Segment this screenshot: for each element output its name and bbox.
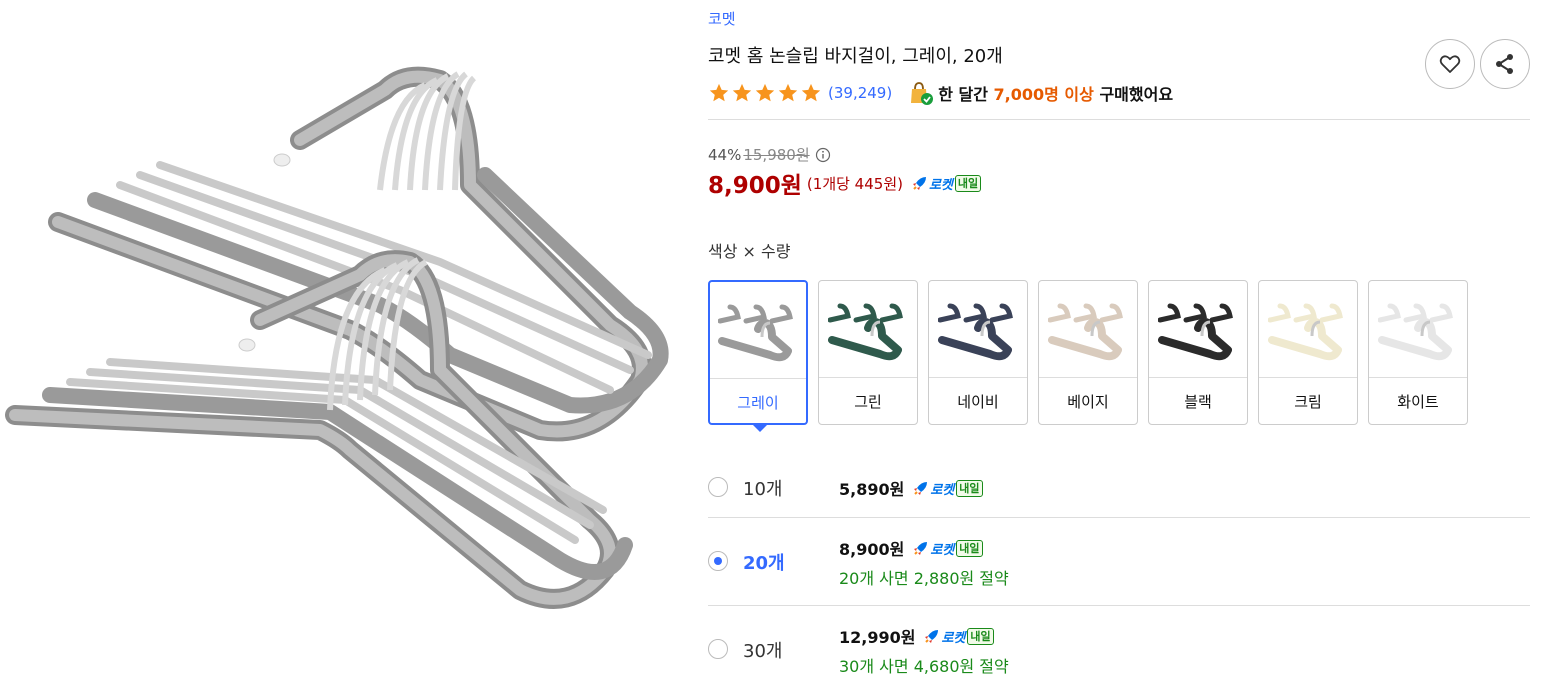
color-swatch[interactable]: 화이트 [1368, 280, 1468, 425]
swatch-label: 네이비 [957, 392, 999, 411]
quantity-price-row: 8,900원 로켓 내일 [839, 536, 983, 560]
selected-pointer [753, 425, 767, 432]
color-swatch[interactable]: 크림 [1258, 280, 1358, 425]
rating-stars[interactable] [708, 82, 822, 104]
rocket-icon [925, 629, 939, 643]
quantity-saving-text: 20개 사면 2,880원 절약 [839, 569, 1009, 588]
quantity-price: 12,990원 [839, 628, 916, 647]
rocket-text: 로켓 [928, 177, 953, 193]
color-swatch[interactable]: 베이지 [1038, 280, 1138, 425]
rocket-icon [914, 481, 928, 495]
discount-row: 44% 15,980원 [708, 144, 831, 165]
rocket-tomorrow-badge: 내일 [954, 174, 982, 192]
purchase-prefix: 한 달간 [938, 85, 988, 104]
purchase-highlight: 7,000명 이상 [993, 85, 1094, 104]
quantity-label: 10개 [743, 479, 783, 500]
share-button[interactable] [1480, 39, 1530, 89]
rocket-icon [914, 541, 928, 555]
brand-link[interactable]: 코멧 [708, 8, 736, 29]
share-icon [1496, 54, 1513, 74]
swatch-label: 그린 [854, 392, 882, 411]
star-icon [778, 83, 798, 102]
star-icon [732, 83, 752, 102]
swatch-thumbnail [819, 281, 917, 378]
swatch-label: 크림 [1294, 392, 1322, 411]
review-count-link[interactable]: (39,249) [828, 84, 892, 102]
rocket-tomorrow-badge: 내일 [967, 627, 994, 645]
swatch-thumbnail [1369, 281, 1467, 378]
rocket-icon [912, 176, 926, 190]
rocket-tomorrow-badge: 내일 [956, 539, 983, 557]
quantity-price-row: 12,990원 로켓 내일 [839, 624, 994, 648]
rocket-text: 로켓 [941, 630, 966, 646]
swatch-label: 블랙 [1184, 392, 1212, 411]
divider [708, 119, 1530, 120]
color-swatch[interactable]: 그레이 [708, 280, 808, 432]
heart-icon [1439, 55, 1461, 73]
quantity-saving-text: 30개 사면 4,680원 절약 [839, 657, 1009, 676]
quantity-radio[interactable] [708, 639, 728, 659]
swatch-thumbnail [929, 281, 1027, 378]
swatch-thumbnail [710, 282, 806, 379]
purchase-count-text: 한 달간 7,000명 이상 구매했어요 [938, 81, 1173, 105]
hanger-thumbnail-image [1268, 303, 1343, 360]
rocket-tomorrow-badge: 내일 [956, 479, 983, 497]
swatch-thumbnail [1259, 281, 1357, 378]
rocket-delivery-badge: 로켓 내일 [911, 174, 982, 193]
color-swatch[interactable]: 그린 [818, 280, 918, 425]
star-icon [801, 83, 821, 102]
purchase-suffix: 구매했어요 [1099, 85, 1174, 104]
quantity-price: 5,890원 [839, 480, 905, 499]
quantity-option[interactable]: 10개 5,890원 로켓 내일 [708, 458, 1530, 518]
swatch-label: 베이지 [1067, 392, 1109, 411]
hanger-thumbnail-image [1048, 303, 1123, 360]
star-icon [709, 83, 729, 102]
rocket-delivery-badge: 로켓 내일 [912, 539, 983, 558]
quantity-label: 30개 [743, 641, 783, 662]
product-info-panel: 코멧 코멧 홈 논슬립 바지걸이, 그레이, 20개 (39,249) 한 달간… [708, 0, 1530, 686]
color-swatch[interactable]: 블랙 [1148, 280, 1248, 425]
rocket-text: 로켓 [930, 542, 955, 558]
options-label: 색상 × 수량 [708, 242, 791, 261]
sale-price: 8,900원 [708, 173, 802, 199]
color-swatch[interactable]: 네이비 [928, 280, 1028, 425]
swatch-thumbnail [1039, 281, 1137, 378]
quantity-radio[interactable] [708, 477, 728, 497]
product-title: 코멧 홈 논슬립 바지걸이, 그레이, 20개 [708, 46, 1003, 67]
wishlist-button[interactable] [1425, 39, 1475, 89]
product-image[interactable] [0, 0, 690, 686]
rating-row: (39,249) 한 달간 7,000명 이상 구매했어요 [708, 80, 1173, 106]
rocket-delivery-badge: 로켓 내일 [912, 479, 983, 498]
hanger-thumbnail-image [828, 303, 903, 360]
hanger-thumbnail-image [718, 304, 793, 361]
quantity-radio[interactable] [708, 551, 728, 571]
hanger-thumbnail-image [938, 303, 1013, 360]
hanger-thumbnail-image [1158, 303, 1233, 360]
info-icon[interactable] [815, 147, 831, 163]
star-icon [755, 83, 775, 102]
swatch-label: 그레이 [737, 393, 779, 412]
swatch-label: 화이트 [1397, 392, 1439, 411]
rocket-delivery-badge: 로켓 내일 [923, 627, 994, 646]
original-price: 15,980원 [743, 146, 810, 164]
quantity-price-row: 5,890원 로켓 내일 [839, 476, 983, 500]
sale-price-row: 8,900원 (1개당 445원) 로켓 내일 [708, 166, 982, 200]
swatch-thumbnail [1149, 281, 1247, 378]
quantity-price: 8,900원 [839, 540, 905, 559]
quantity-option[interactable]: 30개 12,990원 로켓 내일 30개 사면 4,680원 절약 [708, 606, 1530, 686]
shopping-bag-check-icon [911, 82, 934, 105]
color-swatch-list: 그레이 그린 네이비 베이지 블랙 크림 화이트 [708, 280, 1468, 432]
discount-rate: 44% [708, 145, 742, 164]
quantity-label: 20개 [743, 553, 785, 574]
quantity-option[interactable]: 20개 8,900원 로켓 내일 20개 사면 2,880원 절약 [708, 518, 1530, 606]
unit-price: (1개당 445원) [806, 174, 903, 193]
rocket-text: 로켓 [930, 482, 955, 498]
hanger-thumbnail-image [1378, 303, 1453, 360]
